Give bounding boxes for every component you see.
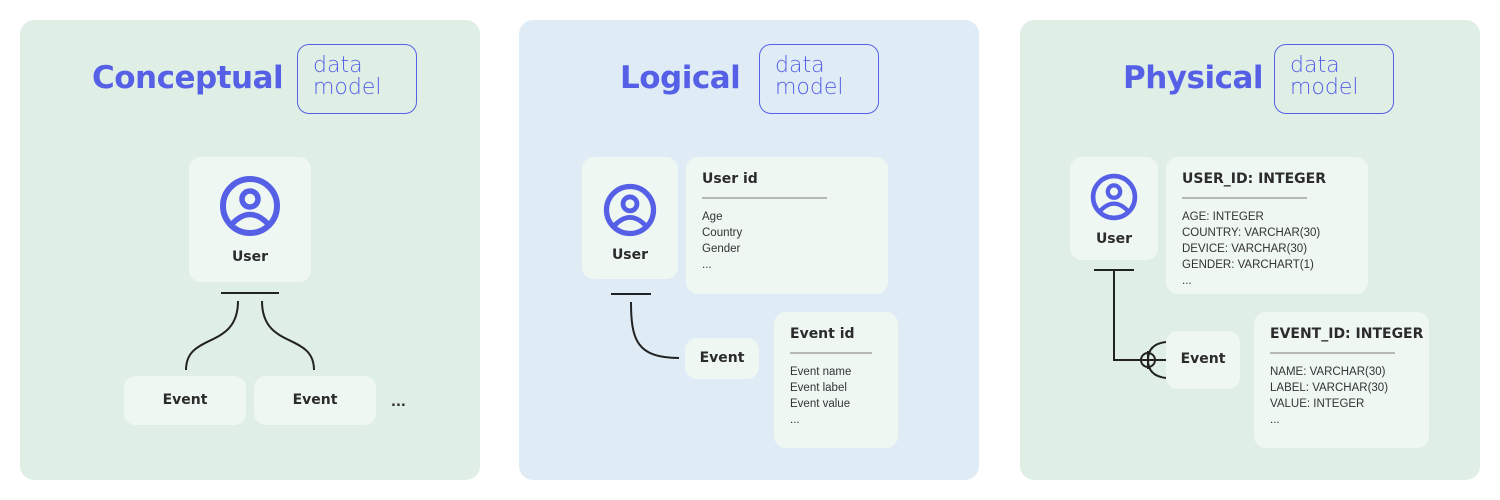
more-ellipsis: ...	[391, 395, 406, 410]
event-entity[interactable]: Event	[685, 338, 759, 379]
event-attributes-card[interactable]: EVENT_ID: INTEGER NAME: VARCHAR(30) LABE…	[1254, 312, 1429, 448]
event-label: Event	[162, 392, 208, 408]
attribute: ...	[1270, 414, 1280, 426]
event-label: Event	[292, 392, 338, 408]
event-label: Event	[699, 350, 745, 366]
divider	[1270, 352, 1395, 354]
relationship-connector	[611, 293, 680, 359]
attribute: Event name	[790, 366, 852, 378]
event-entity[interactable]: Event	[1166, 331, 1240, 389]
divider	[790, 352, 872, 354]
entity-key: Event id	[790, 326, 855, 342]
conceptual-panel: Conceptual data model User Event Event .…	[20, 20, 480, 480]
attribute: VALUE: INTEGER	[1270, 398, 1365, 410]
entity-key: EVENT_ID: INTEGER	[1270, 326, 1424, 342]
attribute: LABEL: VARCHAR(30)	[1270, 382, 1389, 394]
event-entity[interactable]: Event	[254, 376, 376, 425]
event-entity[interactable]: Event	[124, 376, 246, 425]
event-attributes-card[interactable]: Event id Event name Event label Event va…	[774, 312, 898, 448]
attribute: Event value	[790, 398, 851, 410]
event-label: Event	[1180, 351, 1226, 367]
attribute: NAME: VARCHAR(30)	[1270, 366, 1386, 378]
physical-panel: Physical data model User USER_ID: INTEGE…	[1020, 20, 1480, 480]
attribute: ...	[790, 414, 800, 426]
attribute: Event label	[790, 382, 847, 394]
logical-panel: Logical data model User User id Age Coun…	[519, 20, 979, 480]
relationship-connector	[185, 292, 315, 371]
